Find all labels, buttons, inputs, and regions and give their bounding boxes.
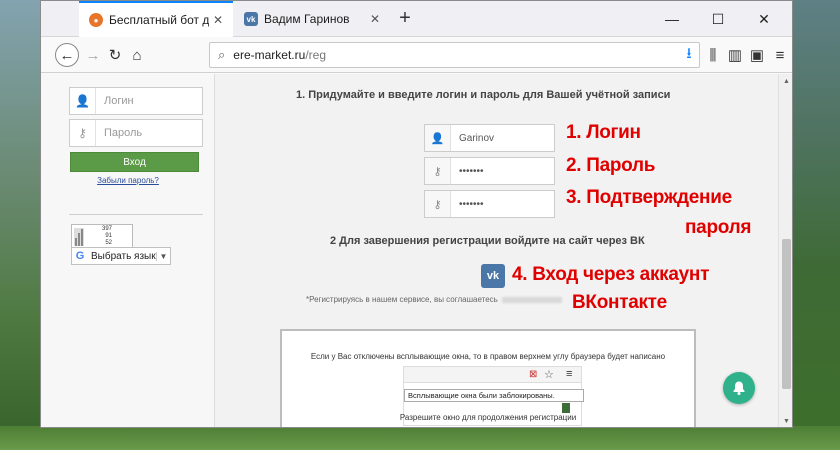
terms-note-text: *Регистрируясь в нашем сервисе, вы согла… bbox=[306, 295, 498, 304]
notification-bell-button[interactable] bbox=[723, 372, 755, 404]
close-window-button[interactable]: ✕ bbox=[741, 1, 787, 37]
user-icon: 👤 bbox=[70, 88, 96, 114]
tab-title: Бесплатный бот для vktarget a bbox=[109, 13, 209, 27]
key-icon: ⚷ bbox=[425, 158, 451, 184]
language-select-label: Выбрать язык bbox=[91, 250, 156, 262]
password-field[interactable]: ⚷ Пароль bbox=[69, 119, 203, 147]
reload-button[interactable]: ↻ bbox=[103, 43, 127, 67]
annotation-vk-line2: ВКонтакте bbox=[572, 292, 667, 313]
reg-password-value: ••••••• bbox=[459, 165, 484, 177]
tab-close-icon[interactable]: ✕ bbox=[370, 12, 380, 26]
vk-login-button[interactable]: vk bbox=[481, 264, 505, 288]
key-icon: ⚷ bbox=[425, 191, 451, 217]
chevron-down-icon: ▼ bbox=[156, 251, 170, 261]
bell-icon bbox=[733, 381, 745, 395]
home-button[interactable]: ⌂ bbox=[125, 43, 149, 67]
preview-green-block bbox=[562, 403, 570, 413]
login-sidebar: 👤 Логин ⚷ Пароль Вход Забыли пароль? 397… bbox=[41, 74, 215, 427]
step1-title: 1. Придумайте и введите логин и пароль д… bbox=[296, 89, 671, 101]
annotation-confirm-line1: 3. Подтверждение bbox=[566, 187, 732, 208]
menu-icon: ≡ bbox=[566, 368, 573, 380]
library-icon[interactable]: ⫼ bbox=[701, 43, 725, 67]
annotation-vk-line1: 4. Вход через аккаунт bbox=[512, 264, 710, 285]
divider bbox=[69, 214, 203, 215]
page-content: 👤 Логин ⚷ Пароль Вход Забыли пароль? 397… bbox=[41, 74, 778, 427]
blurred-link[interactable] bbox=[501, 296, 562, 303]
tab-close-icon[interactable]: ✕ bbox=[213, 13, 223, 27]
popup-help-box: Если у Вас отключены всплывающие окна, т… bbox=[280, 329, 696, 427]
terms-note: *Регистрируясь в нашем сервисе, вы согла… bbox=[306, 295, 562, 304]
tab-active[interactable]: ● Бесплатный бот для vktarget a ✕ bbox=[79, 1, 233, 37]
visit-counter[interactable]: 397 91 52 bbox=[71, 224, 133, 248]
desktop-wallpaper-right bbox=[790, 0, 840, 450]
user-icon: 👤 bbox=[425, 125, 451, 151]
popup-caption: Разрешите окно для продолжения регистрац… bbox=[399, 413, 577, 422]
url-host: ere-market.ru bbox=[233, 48, 306, 62]
reg-login-field[interactable]: 👤 Garinov bbox=[424, 124, 555, 152]
maximize-button[interactable]: ☐ bbox=[695, 1, 741, 37]
new-tab-button[interactable]: + bbox=[393, 7, 417, 29]
desktop-wallpaper-bottom bbox=[0, 426, 840, 450]
annotation-confirm-line2: пароля bbox=[685, 217, 752, 238]
login-field[interactable]: 👤 Логин bbox=[69, 87, 203, 115]
popup-blocked-tooltip: Всплывающие окна были заблокированы. bbox=[404, 389, 584, 402]
step2-title: 2 Для завершения регистрации войдите на … bbox=[330, 235, 645, 247]
forgot-password-link[interactable]: Забыли пароль? bbox=[41, 176, 215, 185]
key-icon: ⚷ bbox=[70, 120, 96, 146]
language-select[interactable]: G Выбрать язык ▼ bbox=[71, 247, 171, 265]
back-button[interactable]: ← bbox=[55, 43, 79, 67]
forward-button[interactable]: → bbox=[81, 43, 105, 67]
reg-password-field[interactable]: ⚷ ••••••• bbox=[424, 157, 555, 185]
desktop-wallpaper-left bbox=[0, 0, 40, 450]
sidebar-icon[interactable]: ▥ bbox=[723, 43, 747, 67]
google-icon: G bbox=[75, 250, 85, 262]
scroll-up-icon[interactable]: ▲ bbox=[779, 74, 792, 88]
password-placeholder: Пароль bbox=[104, 127, 143, 139]
reg-login-value: Garinov bbox=[459, 132, 495, 144]
site-favicon-icon: ● bbox=[89, 13, 103, 27]
tab-title: Вадим Гаринов bbox=[264, 12, 350, 26]
page-scrollbar[interactable]: ▲ ▼ bbox=[778, 74, 792, 427]
reg-confirm-password-field[interactable]: ⚷ ••••••• bbox=[424, 190, 555, 218]
annotation-password: 2. Пароль bbox=[566, 155, 656, 176]
search-icon: ⌕ bbox=[218, 47, 226, 62]
browser-window: ● Бесплатный бот для vktarget a ✕ vk Вад… bbox=[40, 0, 793, 428]
download-icon[interactable]: ⭳ bbox=[677, 43, 701, 67]
counter-value: 52 bbox=[105, 240, 113, 246]
nav-bar: ← → ↻ ⌂ ⌕ ere-market.ru/reg ⭳ ⫼ ▥ ▣ ≡ bbox=[41, 37, 792, 73]
tab-inactive[interactable]: vk Вадим Гаринов ✕ bbox=[234, 1, 390, 37]
vk-icon: vk bbox=[486, 270, 500, 282]
scroll-down-icon[interactable]: ▼ bbox=[779, 414, 792, 427]
pocket-icon[interactable]: ▣ bbox=[745, 43, 769, 67]
toolbar-preview bbox=[404, 367, 581, 383]
tab-bar: ● Бесплатный бот для vktarget a ✕ vk Вад… bbox=[41, 1, 792, 37]
url-path: /reg bbox=[305, 48, 326, 62]
url-bar[interactable]: ⌕ ere-market.ru/reg bbox=[209, 42, 700, 68]
scroll-thumb[interactable] bbox=[782, 239, 791, 389]
vk-favicon-icon: vk bbox=[244, 12, 258, 26]
minimize-button[interactable]: — bbox=[649, 1, 695, 37]
reg-confirm-value: ••••••• bbox=[459, 198, 484, 210]
login-button[interactable]: Вход bbox=[70, 152, 199, 172]
counter-value: 91 bbox=[105, 233, 113, 239]
popup-blocked-icon: ⊠ bbox=[529, 369, 538, 380]
star-icon: ☆ bbox=[544, 369, 554, 381]
counter-chart-icon bbox=[74, 228, 84, 246]
menu-icon[interactable]: ≡ bbox=[768, 43, 792, 67]
counter-value: 397 bbox=[102, 226, 113, 232]
popup-hint: Если у Вас отключены всплывающие окна, т… bbox=[310, 352, 666, 361]
login-placeholder: Логин bbox=[104, 95, 134, 107]
annotation-login: 1. Логин bbox=[566, 122, 641, 143]
